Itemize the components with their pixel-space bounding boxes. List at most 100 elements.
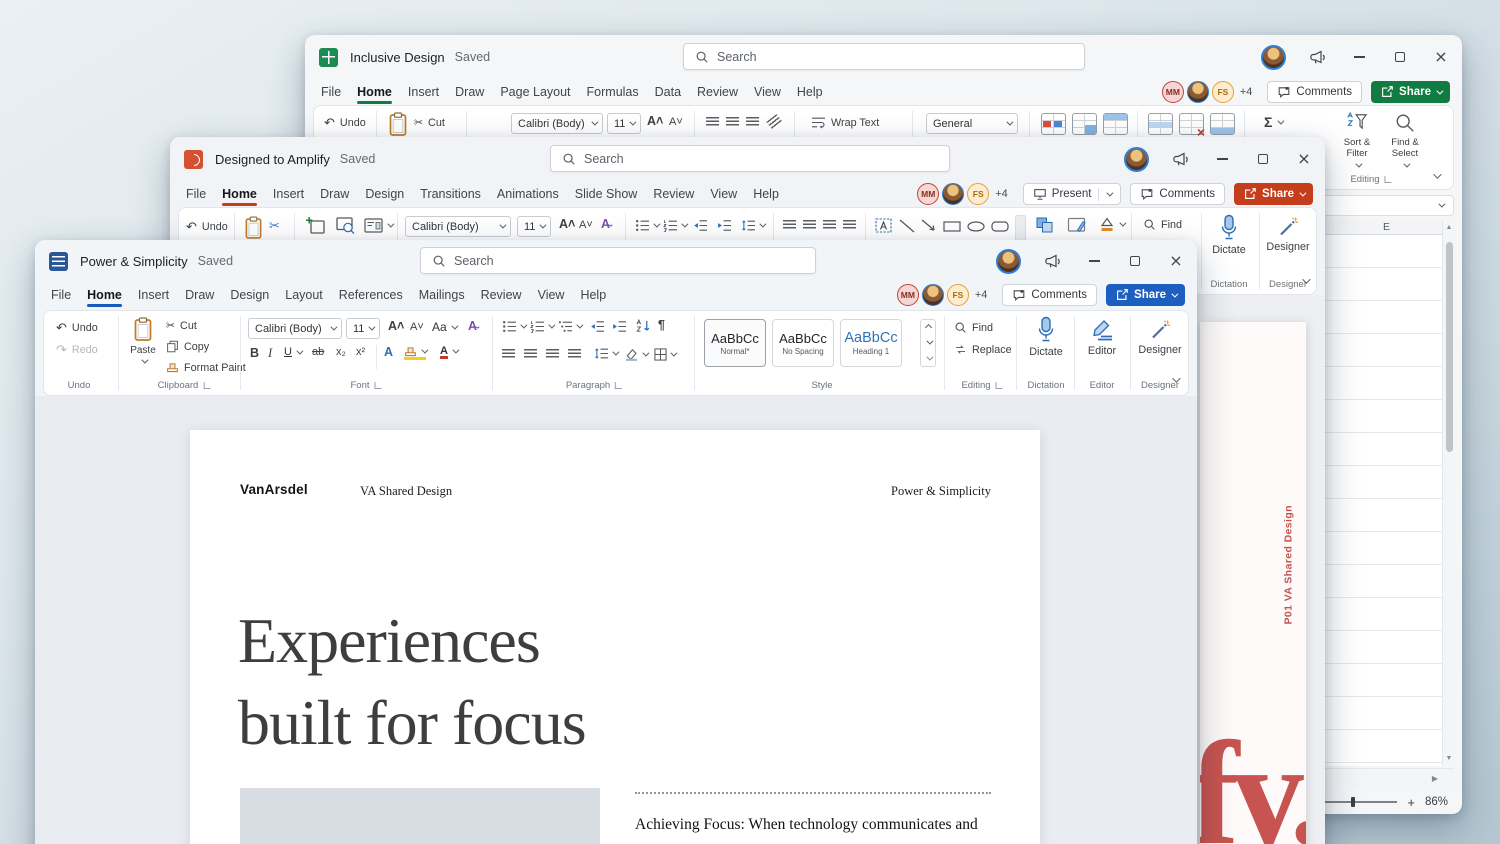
word-maximize-button[interactable]	[1126, 252, 1144, 270]
dialog-launcher-icon[interactable]	[995, 382, 1003, 389]
word-comments-button[interactable]: Comments	[1002, 284, 1098, 306]
gallery-down-icon[interactable]	[925, 338, 933, 346]
excel-tab-view[interactable]: View	[746, 79, 789, 105]
ppt-user-avatar[interactable]	[1124, 146, 1149, 172]
word-multilevel-list-button[interactable]	[558, 320, 584, 333]
word-sort-button[interactable]	[636, 319, 651, 333]
ppt-tab-insert[interactable]: Insert	[265, 181, 312, 207]
word-tab-references[interactable]: References	[331, 282, 411, 308]
excel-autosum-button[interactable]: Σ	[1264, 114, 1285, 130]
ppt-reuse-slides-button[interactable]	[336, 217, 355, 234]
word-grow-font-button[interactable]: A˄	[388, 319, 404, 333]
ppt-font-size-select[interactable]: 11	[517, 216, 551, 237]
excel-undo-button[interactable]: ↶ Undo	[324, 115, 366, 131]
ppt-paste-button[interactable]	[244, 216, 263, 240]
word-find-button[interactable]: Find	[954, 321, 993, 334]
excel-vertical-scrollbar[interactable]: ▲ ▼	[1442, 220, 1454, 766]
word-avatar-photo[interactable]	[921, 284, 944, 306]
excel-feedback-button[interactable]	[1309, 48, 1327, 66]
word-change-case-button[interactable]: Aa	[432, 320, 459, 334]
ppt-justify-button[interactable]	[843, 220, 856, 230]
excel-align-middle-button[interactable]	[726, 117, 739, 127]
word-tab-design[interactable]: Design	[222, 282, 277, 308]
ppt-tab-home[interactable]: Home	[214, 181, 265, 207]
oval-shape-icon[interactable]	[967, 221, 985, 232]
word-italic-button[interactable]: I	[268, 346, 272, 361]
word-tab-file[interactable]: File	[43, 282, 79, 308]
excel-tab-review[interactable]: Review	[689, 79, 746, 105]
excel-tab-formulas[interactable]: Formulas	[579, 79, 647, 105]
excel-wrap-text-button[interactable]: Wrap Text	[811, 116, 879, 129]
ppt-new-slide-button[interactable]	[306, 217, 325, 234]
excel-delete-cells-button[interactable]	[1179, 113, 1205, 140]
scroll-right-icon[interactable]: ▶	[1432, 774, 1438, 783]
word-style-no-spacing[interactable]: AaBbCc No Spacing	[772, 319, 834, 367]
word-tab-home[interactable]: Home	[79, 282, 130, 308]
gallery-up-icon[interactable]	[924, 324, 932, 332]
word-document-page[interactable]: VanArsdel VA Shared Design Power & Simpl…	[190, 430, 1040, 844]
ppt-bullets-button[interactable]	[635, 219, 661, 232]
word-font-size-select[interactable]: 11	[346, 318, 380, 339]
word-editor-button[interactable]: Editor	[1080, 319, 1124, 357]
excel-paste-button[interactable]	[388, 112, 408, 137]
ppt-tab-file[interactable]: File	[178, 181, 214, 207]
word-copy-button[interactable]: Copy	[166, 340, 209, 353]
ppt-text-box-button[interactable]	[875, 218, 892, 233]
rectangle-shape-icon[interactable]	[943, 221, 961, 232]
excel-font-name-select[interactable]: Calibri (Body)	[511, 113, 603, 134]
ppt-avatar-fs[interactable]: FS	[967, 183, 990, 205]
ppt-share-button[interactable]: Share	[1234, 183, 1313, 205]
ppt-avatar-overflow[interactable]: +4	[995, 188, 1008, 200]
ppt-search-input[interactable]: Search	[550, 145, 950, 172]
dialog-launcher-icon[interactable]	[374, 382, 382, 389]
excel-search-input[interactable]: Search	[683, 43, 1085, 70]
dialog-launcher-icon[interactable]	[203, 382, 211, 389]
word-borders-button[interactable]	[654, 348, 678, 361]
word-indent-decrease-button[interactable]	[590, 320, 605, 333]
word-align-right-button[interactable]	[546, 349, 559, 359]
word-align-left-button[interactable]	[502, 349, 515, 359]
ppt-slide[interactable]: P01 VA Shared Design fy.	[1200, 322, 1306, 844]
ppt-quick-styles-button[interactable]	[1067, 216, 1086, 233]
ppt-slide-layout-button[interactable]	[364, 218, 395, 233]
word-line-spacing-button[interactable]	[594, 347, 620, 360]
ppt-tab-review[interactable]: Review	[645, 181, 702, 207]
excel-formula-bar-expand-button[interactable]	[1438, 200, 1446, 208]
word-strikethrough-button[interactable]: ab	[312, 346, 324, 358]
line-shape-icon[interactable]	[899, 219, 915, 233]
word-tab-insert[interactable]: Insert	[130, 282, 177, 308]
ppt-indent-increase-button[interactable]	[717, 219, 732, 232]
excel-tab-data[interactable]: Data	[647, 79, 689, 105]
excel-format-cells-button[interactable]	[1210, 113, 1235, 135]
excel-avatar-fs[interactable]: FS	[1211, 81, 1234, 103]
ppt-avatar-mm[interactable]: MM	[917, 183, 940, 205]
excel-zoom-level[interactable]: 86%	[1425, 796, 1448, 808]
scroll-down-icon[interactable]: ▼	[1443, 755, 1455, 762]
dialog-launcher-icon[interactable]	[1384, 176, 1392, 183]
excel-zoom-handle[interactable]	[1351, 797, 1355, 807]
word-tab-draw[interactable]: Draw	[177, 282, 222, 308]
word-underline-button[interactable]: U	[284, 346, 304, 358]
ppt-align-center-button[interactable]	[803, 220, 816, 230]
word-undo-button[interactable]: ↶ Undo	[56, 320, 98, 336]
excel-close-button[interactable]: ×	[1432, 48, 1450, 66]
word-dictate-button[interactable]: Dictate	[1024, 316, 1068, 358]
excel-tab-file[interactable]: File	[313, 79, 349, 105]
excel-tab-home[interactable]: Home	[349, 79, 400, 105]
scroll-up-icon[interactable]: ▲	[1443, 224, 1455, 231]
word-align-center-button[interactable]	[524, 349, 537, 359]
excel-vscroll-thumb[interactable]	[1445, 242, 1453, 452]
excel-find-select-button[interactable]: Find & Select	[1382, 112, 1428, 168]
word-numbering-button[interactable]	[530, 320, 556, 333]
excel-conditional-formatting-button[interactable]	[1041, 113, 1066, 135]
word-indent-increase-button[interactable]	[612, 320, 627, 333]
excel-tab-help[interactable]: Help	[789, 79, 831, 105]
word-clear-formatting-button[interactable]: A̴	[468, 319, 477, 333]
word-tab-layout[interactable]: Layout	[277, 282, 331, 308]
ppt-present-button[interactable]: Present	[1022, 183, 1122, 205]
word-format-painter-button[interactable]: Format Paint	[166, 361, 246, 374]
word-designer-button[interactable]: Designer	[1136, 319, 1184, 356]
word-highlight-button[interactable]	[404, 345, 429, 360]
ppt-font-name-select[interactable]: Calibri (Body)	[405, 216, 511, 237]
word-avatar-mm[interactable]: MM	[896, 284, 919, 306]
